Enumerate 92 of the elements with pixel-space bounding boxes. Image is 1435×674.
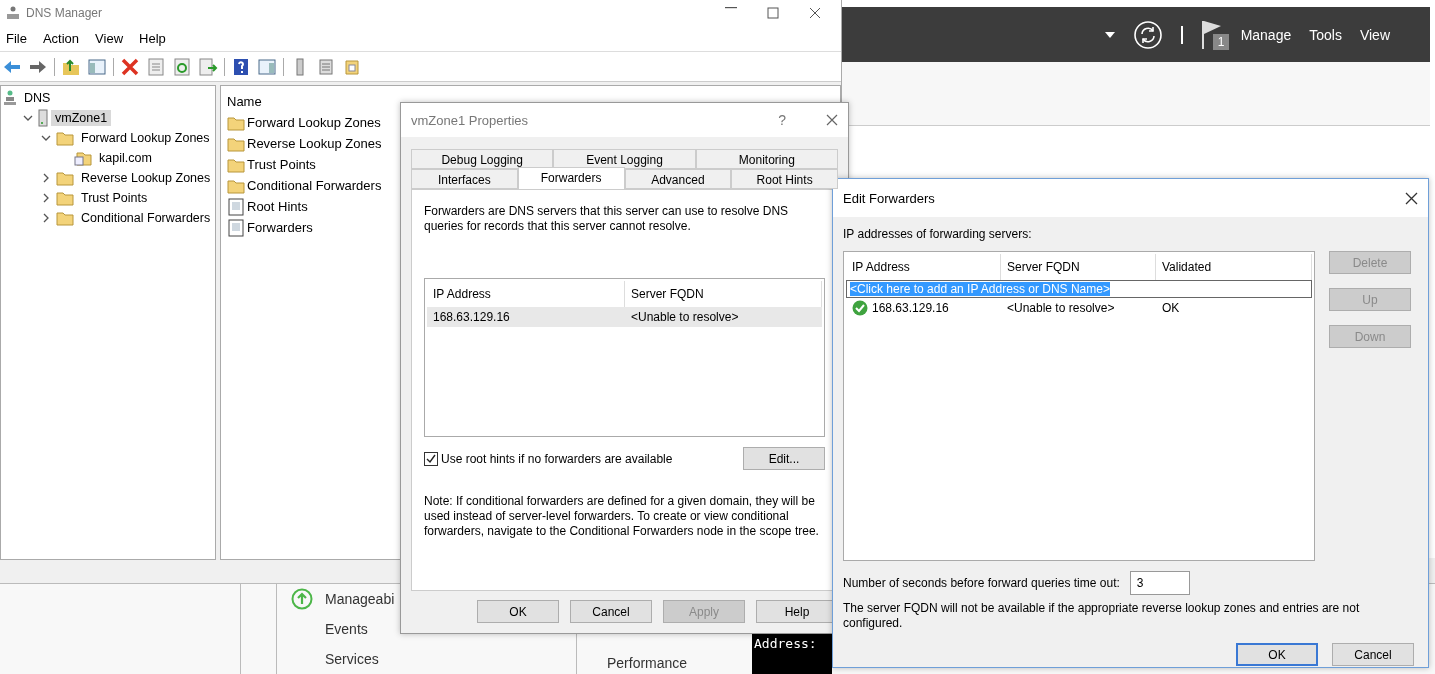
menu-item[interactable]: Help: [139, 31, 166, 46]
tab[interactable]: Monitoring: [695, 149, 838, 169]
list-item[interactable]: Conditional Forwarders: [247, 178, 382, 193]
tile-label[interactable]: Performance: [607, 655, 688, 671]
dialog-button[interactable]: Cancel: [1332, 643, 1414, 666]
dialog-button[interactable]: OK: [477, 600, 559, 623]
tab[interactable]: Forwarders: [517, 167, 625, 189]
close-icon: [809, 7, 821, 19]
table-cell: <Unable to resolve>: [1007, 301, 1115, 315]
help-button[interactable]: ?: [778, 112, 806, 128]
refresh-icon[interactable]: [172, 56, 192, 77]
edit-button[interactable]: Edit...: [743, 447, 825, 470]
note-text: Note: If conditional forwarders are defined for a given domain, they will be used instead of server-level forwarders. To create or view conditional forwarders, navigate to the Conditional Forwarders node in the scope tree.: [424, 494, 820, 539]
list-label: IP addresses of forwarding servers:: [843, 227, 1033, 241]
caret-down-icon: [1104, 31, 1115, 38]
close-icon: [826, 114, 838, 126]
folder-icon: [227, 177, 245, 194]
record-icon: [227, 218, 245, 237]
column-header[interactable]: Validated: [1156, 254, 1312, 280]
tile-label[interactable]: Events: [291, 621, 368, 637]
pane-icon[interactable]: [87, 56, 107, 77]
check-circle-icon: [852, 300, 868, 316]
arrow-up-circle-icon: [291, 588, 313, 610]
menu-item[interactable]: View: [95, 31, 124, 46]
folder-icon: [227, 114, 245, 131]
folder-icon: [56, 170, 74, 186]
dialog-title: vmZone1 Properties: [411, 112, 530, 128]
menu-item[interactable]: Manage: [1240, 26, 1292, 43]
tab[interactable]: Interfaces: [411, 169, 518, 189]
list-row[interactable]: 168.63.129.16 <Unable to resolve>: [427, 307, 822, 327]
dialog-button[interactable]: Cancel: [570, 600, 652, 623]
list-item[interactable]: Forward Lookup Zones: [247, 115, 381, 130]
separator-icon: [1180, 25, 1183, 44]
table-cell: <Unable to resolve>: [631, 310, 739, 324]
folder-icon: [227, 135, 245, 152]
list-item[interactable]: Forwarders: [247, 220, 313, 235]
list-icon[interactable]: [316, 56, 336, 77]
checkbox-label: Use root hints if no forwarders are available: [441, 451, 673, 466]
list-item[interactable]: Root Hints: [247, 199, 308, 214]
table-cell: 168.63.129.16: [433, 310, 510, 324]
help-icon[interactable]: [231, 56, 251, 77]
tree-item[interactable]: DNS: [20, 90, 55, 106]
tree-item[interactable]: Trust Points: [77, 190, 152, 206]
tab[interactable]: Debug Logging: [411, 149, 554, 169]
properties-icon[interactable]: [146, 56, 166, 77]
delete-icon[interactable]: [120, 56, 140, 77]
server-icon: [38, 109, 48, 127]
minimize-icon: [725, 7, 737, 9]
window-title: DNS Manager: [26, 6, 103, 20]
description-text: Forwarders are DNS servers that this server can use to resolve DNS queries for records that this server cannot resolve.: [424, 204, 790, 234]
tree-item[interactable]: Reverse Lookup Zones: [77, 170, 215, 186]
tile-label[interactable]: Services: [291, 651, 379, 667]
folder-icon: [56, 190, 74, 206]
action-pane-icon[interactable]: [257, 56, 277, 77]
timeout-field[interactable]: 3: [1129, 571, 1190, 595]
close-icon: [1405, 191, 1418, 205]
maximize-icon: [767, 7, 779, 19]
export-icon[interactable]: [198, 56, 218, 77]
folder-icon: [56, 130, 74, 146]
timeout-label: Number of seconds before forward queries time out:: [843, 576, 1120, 590]
tree-item[interactable]: kapil.com: [95, 150, 156, 166]
menu-item[interactable]: File: [6, 31, 27, 46]
note-text: The server FQDN will not be available if the appropriate reverse lookup zones and entries are not configured.: [843, 601, 1361, 631]
tree-item[interactable]: Conditional Forwarders: [77, 210, 215, 226]
network-icon: [6, 6, 20, 20]
tree-item[interactable]: Forward Lookup Zones: [77, 130, 214, 146]
table-cell: OK: [1162, 301, 1180, 315]
folder-icon: [227, 156, 245, 173]
refresh-icon: [1132, 19, 1163, 50]
checkbox[interactable]: [424, 451, 438, 466]
dialog-button[interactable]: OK: [1236, 643, 1318, 666]
tree-item[interactable]: vmZone1: [51, 110, 112, 126]
column-header[interactable]: IP Address: [846, 254, 1001, 280]
notification-badge: 1: [1212, 33, 1230, 50]
network-icon: [3, 90, 17, 106]
zone-icon: [74, 150, 92, 166]
table-cell: 168.63.129.16: [872, 301, 949, 315]
tab[interactable]: Root Hints: [731, 169, 838, 189]
menu-item[interactable]: View: [1359, 26, 1390, 43]
folder-icon: [56, 210, 74, 226]
flag-icon: [1200, 19, 1223, 50]
menu-item[interactable]: Action: [42, 31, 80, 46]
dialog-title: Edit Forwarders: [843, 190, 936, 206]
tile-label[interactable]: Manageabi: [325, 591, 395, 607]
check-icon: [426, 453, 436, 464]
tab[interactable]: Advanced: [624, 169, 732, 189]
menu-item[interactable]: Tools: [1309, 26, 1342, 43]
tab[interactable]: Event Logging: [553, 149, 696, 169]
list-item[interactable]: Reverse Lookup Zones: [247, 136, 382, 151]
record-icon: [227, 197, 245, 216]
column-header[interactable]: Server FQDN: [1001, 254, 1156, 280]
list-item[interactable]: Trust Points: [247, 157, 316, 172]
